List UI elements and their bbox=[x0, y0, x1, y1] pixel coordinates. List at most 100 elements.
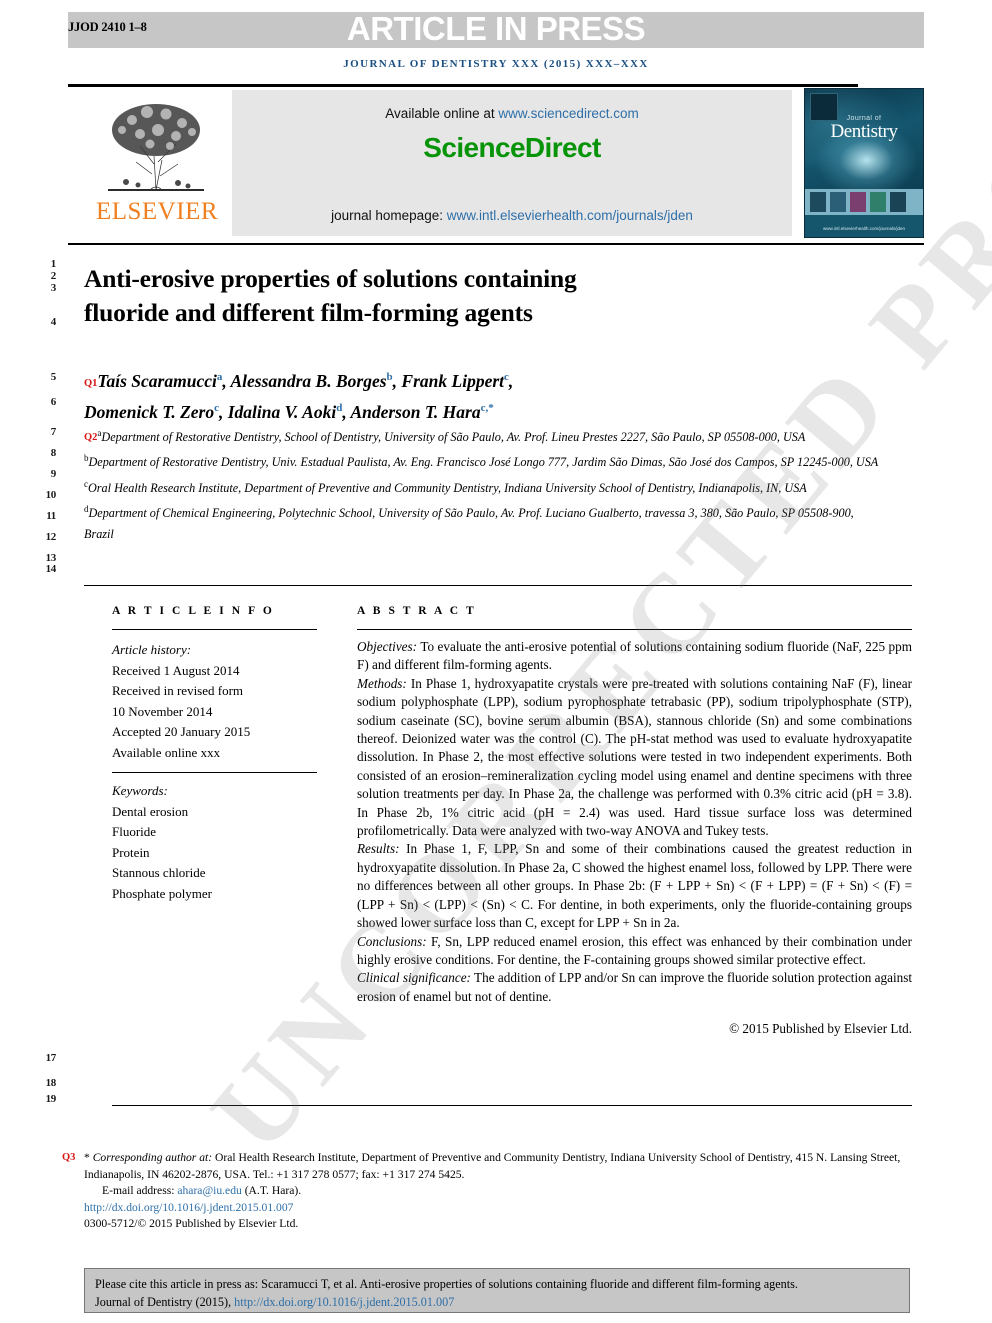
masthead-top-rule bbox=[68, 84, 858, 87]
abstract-section: Objectives: To evaluate the anti-erosive… bbox=[357, 638, 912, 675]
article-id-label: JJOD 2410 1–8 bbox=[68, 20, 147, 34]
author-name: Idalina V. Aoki bbox=[227, 401, 337, 422]
line-number: 10 bbox=[45, 489, 57, 501]
abstract-section-text: In Phase 1, hydroxyapatite crystals were… bbox=[357, 675, 912, 839]
affiliation-item: dDepartment of Chemical Engineering, Pol… bbox=[84, 499, 884, 545]
journal-homepage-line: journal homepage: www.intl.elsevierhealt… bbox=[232, 208, 792, 223]
abstract-section-label: Conclusions: bbox=[357, 933, 427, 949]
line-number: 8 bbox=[50, 447, 57, 459]
doi-line: http://dx.doi.org/10.1016/j.jdent.2015.0… bbox=[84, 1200, 924, 1217]
article-info-rule-bottom bbox=[112, 772, 317, 773]
title-line-1: Anti-erosive properties of solutions con… bbox=[84, 264, 577, 293]
author-name: Alessandra B. Borges bbox=[230, 370, 387, 391]
cover-thumb bbox=[830, 192, 846, 212]
email-note: E-mail address: ahara@iu.edu (A.T. Hara)… bbox=[84, 1183, 924, 1200]
abstract-section-text: F, Sn, LPP reduced enamel erosion, this … bbox=[357, 933, 912, 967]
footnote-block: Q3 * Corresponding author at: Oral Healt… bbox=[62, 1150, 924, 1233]
available-online-text: Available online at bbox=[385, 106, 495, 121]
masthead-bottom-rule bbox=[68, 243, 924, 245]
author-sep: , bbox=[508, 370, 514, 391]
affiliation-text: Department of Restorative Dentistry, Sch… bbox=[101, 430, 806, 445]
article-history-label: Article history: bbox=[112, 642, 192, 657]
paper-page: ARTICLE IN PRESS JJOD 2410 1–8 JOURNAL O… bbox=[0, 0, 992, 1323]
line-number: 4 bbox=[50, 316, 57, 328]
doi-link[interactable]: http://dx.doi.org/10.1016/j.jdent.2015.0… bbox=[84, 1201, 293, 1214]
journal-homepage-link[interactable]: www.intl.elsevierhealth.com/journals/jde… bbox=[447, 208, 693, 223]
affiliation-item: cOral Health Research Institute, Departm… bbox=[84, 474, 884, 499]
affiliation-text: Oral Health Research Institute, Departme… bbox=[88, 480, 807, 495]
line-number: 7 bbox=[50, 426, 57, 438]
line-number: 14 bbox=[45, 563, 57, 575]
available-online-line: Available online at www.sciencedirect.co… bbox=[232, 106, 792, 121]
cover-thumb bbox=[810, 192, 826, 212]
keyword-item: Stannous chloride bbox=[112, 865, 206, 880]
author-name: Domenick T. Zero bbox=[84, 401, 215, 422]
author-list: Q1Taís Scaramuccia, Alessandra B. Borges… bbox=[84, 365, 844, 425]
corresponding-author-label: Corresponding author at: bbox=[92, 1151, 213, 1164]
line-number: 18 bbox=[45, 1077, 57, 1089]
affiliation-rule bbox=[84, 585, 912, 586]
query-marker-q3[interactable]: Q3 bbox=[62, 1150, 75, 1167]
history-item: Available online xxx bbox=[112, 744, 221, 760]
elsevier-tree-icon bbox=[108, 104, 204, 191]
query-marker-q2[interactable]: Q2 bbox=[84, 432, 97, 443]
citation-box: Please cite this article in press as: Sc… bbox=[84, 1268, 910, 1313]
affiliation-text: Department of Chemical Engineering, Poly… bbox=[84, 505, 854, 542]
abstract-copyright: © 2015 Published by Elsevier Ltd. bbox=[729, 1021, 912, 1037]
abstract-body: Objectives: To evaluate the anti-erosive… bbox=[357, 638, 912, 1039]
author-corresponding-marker: c,* bbox=[480, 401, 494, 414]
keyword-item: Phosphate polymer bbox=[112, 885, 213, 901]
cover-journal-title: Dentistry bbox=[830, 121, 898, 142]
keyword-item: Dental erosion bbox=[112, 803, 189, 819]
line-number: 1 bbox=[50, 258, 57, 270]
corresponding-author-note: Q3 * Corresponding author at: Oral Healt… bbox=[62, 1150, 924, 1183]
title-line-2: fluoride and different film-forming agen… bbox=[84, 298, 533, 327]
masthead: ELSEVIER Available online at www.science… bbox=[68, 88, 924, 238]
citation-journal: Journal of Dentistry (2015), bbox=[95, 1294, 235, 1309]
cover-thumb bbox=[870, 192, 886, 212]
abstract-section-label: Objectives: bbox=[357, 639, 418, 654]
line-number: 5 bbox=[50, 371, 57, 383]
abstract-section-text: In Phase 1, F, LPP, Sn and some of their… bbox=[357, 841, 912, 931]
journal-cover-thumbnail: Journal of Dentistry www.intl.elsevierhe… bbox=[804, 88, 924, 238]
email-link[interactable]: ahara@iu.edu bbox=[177, 1184, 241, 1197]
line-number: 6 bbox=[50, 396, 57, 408]
abstract-section-label: Methods: bbox=[357, 675, 407, 691]
query-marker-q1[interactable]: Q1 bbox=[84, 378, 97, 389]
history-item: Received in revised form bbox=[112, 683, 244, 698]
corresponding-star-icon: * bbox=[84, 1151, 93, 1164]
cover-thumb bbox=[890, 192, 906, 212]
abstract-section: Methods: In Phase 1, hydroxyapatite crys… bbox=[357, 675, 912, 841]
keyword-item: Protein bbox=[112, 844, 150, 860]
affiliation-item: bDepartment of Restorative Dentistry, Un… bbox=[84, 448, 884, 473]
line-number: 12 bbox=[45, 531, 57, 543]
abstract-bottom-rule bbox=[112, 1105, 912, 1106]
citation-line-1: Please cite this article in press as: Sc… bbox=[95, 1277, 798, 1291]
line-number: 17 bbox=[45, 1052, 57, 1064]
line-number: 2 bbox=[50, 270, 57, 282]
citation-doi-link[interactable]: http://dx.doi.org/10.1016/j.jdent.2015.0… bbox=[234, 1295, 454, 1309]
history-item: 10 November 2014 bbox=[112, 703, 213, 719]
article-in-press-banner: ARTICLE IN PRESS JJOD 2410 1–8 bbox=[68, 10, 924, 56]
abstract-section: Clinical significance: The addition of L… bbox=[357, 969, 912, 1006]
line-number: 9 bbox=[50, 468, 57, 480]
journal-running-head: JOURNAL OF DENTISTRY XXX (2015) XXX–XXX bbox=[343, 58, 649, 70]
article-info-rule-top bbox=[112, 629, 317, 630]
line-number: 19 bbox=[45, 1093, 57, 1105]
author-name: Anderson T. Hara bbox=[350, 401, 481, 422]
abstract-section-text: To evaluate the anti-erosive potential o… bbox=[357, 639, 912, 673]
sciencedirect-wordmark: ScienceDirect bbox=[423, 132, 601, 163]
journal-homepage-label: journal homepage: bbox=[331, 208, 443, 223]
abstract-rule bbox=[357, 629, 912, 630]
elsevier-logo: ELSEVIER bbox=[82, 90, 232, 238]
email-owner: (A.T. Hara). bbox=[241, 1184, 302, 1198]
author-sep: , bbox=[219, 401, 228, 422]
cover-thumb bbox=[850, 192, 866, 212]
sciencedirect-url-link[interactable]: www.sciencedirect.com bbox=[498, 106, 638, 121]
elsevier-wordmark: ELSEVIER bbox=[95, 198, 219, 225]
page-title: Anti-erosive properties of solutions con… bbox=[84, 262, 784, 330]
abstract-heading: A B S T R A C T bbox=[357, 605, 477, 617]
author-name: Taís Scaramucci bbox=[97, 370, 217, 391]
article-history-block: Article history: Received 1 August 2014 … bbox=[112, 640, 317, 763]
abstract-section-label: Results: bbox=[357, 841, 400, 857]
